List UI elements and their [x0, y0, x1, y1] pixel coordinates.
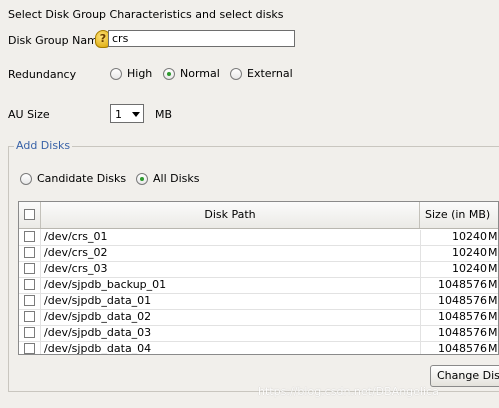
radio-candidate-disks[interactable]: [20, 172, 32, 185]
row-checkbox[interactable]: [24, 327, 35, 338]
row-checkbox[interactable]: [24, 247, 35, 258]
disk-path: /dev/sjpdb_data_03: [44, 326, 152, 339]
select-all-checkbox[interactable]: [24, 209, 35, 220]
table-header: Disk Path Size (in MB): [19, 202, 498, 229]
row-checkbox[interactable]: [24, 295, 35, 306]
disk-size-unit: Me: [488, 342, 498, 355]
radio-normal[interactable]: [163, 67, 175, 80]
select-all-cell: [19, 202, 41, 228]
disk-path: /dev/sjpdb_data_02: [44, 310, 152, 323]
table-row[interactable]: /dev/sjpdb_data_01 1048576 Me: [19, 293, 498, 310]
table-row[interactable]: /dev/sjpdb_data_04 1048576 Me: [19, 341, 498, 355]
disk-size-unit: Me: [488, 246, 498, 259]
candidate-disks-option[interactable]: Candidate Disks: [20, 172, 126, 185]
disk-size: 1048576: [420, 310, 487, 325]
disk-size-unit: Me: [488, 310, 498, 323]
add-disks-label: Add Disks: [14, 139, 73, 152]
radio-high[interactable]: [110, 67, 122, 80]
disk-size: 10240: [420, 262, 487, 277]
disk-path: /dev/crs_02: [44, 246, 108, 259]
redundancy-normal-option[interactable]: Normal: [163, 67, 220, 80]
disk-path: /dev/crs_01: [44, 230, 108, 243]
redundancy-external-option[interactable]: External: [230, 67, 293, 80]
disk-size: 1048576: [420, 294, 487, 309]
page-title: Select Disk Group Characteristics and se…: [8, 8, 284, 21]
table-row[interactable]: /dev/sjpdb_backup_01 1048576 Me: [19, 277, 498, 294]
disk-size: 1048576: [420, 278, 487, 293]
radio-high-label: High: [127, 67, 153, 80]
table-row[interactable]: /dev/crs_03 10240 Me: [19, 261, 498, 278]
disk-group-name-field[interactable]: [108, 30, 295, 47]
table-row[interactable]: /dev/sjpdb_data_03 1048576 Me: [19, 325, 498, 342]
disk-table: Disk Path Size (in MB) /dev/crs_01 10240…: [18, 201, 499, 355]
disk-path: /dev/sjpdb_data_04: [44, 342, 152, 355]
radio-all-disks[interactable]: [136, 172, 148, 185]
radio-external[interactable]: [230, 67, 242, 80]
all-disks-label: All Disks: [153, 172, 200, 185]
disk-size-unit: Me: [488, 230, 498, 243]
candidate-disks-label: Candidate Disks: [37, 172, 127, 185]
radio-normal-label: Normal: [180, 67, 220, 80]
radio-external-label: External: [247, 67, 293, 80]
disk-path: /dev/sjpdb_backup_01: [44, 278, 167, 291]
disk-size-unit: Me: [488, 262, 498, 275]
row-checkbox[interactable]: [24, 263, 35, 274]
table-row[interactable]: /dev/crs_01 10240 Me: [19, 229, 498, 246]
table-row[interactable]: /dev/crs_02 10240 Me: [19, 245, 498, 262]
disk-size: 1048576: [420, 326, 487, 341]
disk-path: /dev/crs_03: [44, 262, 108, 275]
redundancy-label: Redundancy: [8, 68, 77, 81]
disk-size-unit: Me: [488, 326, 498, 339]
disk-size-unit: Me: [488, 278, 498, 291]
column-header-size[interactable]: Size (in MB): [420, 202, 498, 228]
disk-group-name-label: Disk Group Name: [8, 34, 105, 47]
disk-size: 1048576: [420, 342, 487, 354]
au-size-select[interactable]: 1: [110, 104, 144, 123]
all-disks-option[interactable]: All Disks: [136, 172, 200, 185]
au-size-label: AU Size: [8, 108, 50, 121]
row-checkbox[interactable]: [24, 311, 35, 322]
row-checkbox[interactable]: [24, 279, 35, 290]
change-discovery-path-button[interactable]: Change Dis: [430, 365, 499, 387]
au-size-value: 1: [115, 108, 122, 121]
chevron-down-icon[interactable]: [132, 112, 140, 117]
redundancy-high-option[interactable]: High: [110, 67, 152, 80]
watermark: https://blog.csdn.net/DBAngelica: [258, 385, 439, 398]
column-header-disk-path[interactable]: Disk Path: [41, 202, 420, 228]
row-checkbox[interactable]: [24, 231, 35, 242]
table-row[interactable]: /dev/sjpdb_data_02 1048576 Me: [19, 309, 498, 326]
row-checkbox[interactable]: [24, 343, 35, 354]
disk-size: 10240: [420, 230, 487, 245]
disk-size-unit: Me: [488, 294, 498, 307]
au-size-unit: MB: [155, 108, 173, 121]
disk-size: 10240: [420, 246, 487, 261]
disk-path: /dev/sjpdb_data_01: [44, 294, 152, 307]
